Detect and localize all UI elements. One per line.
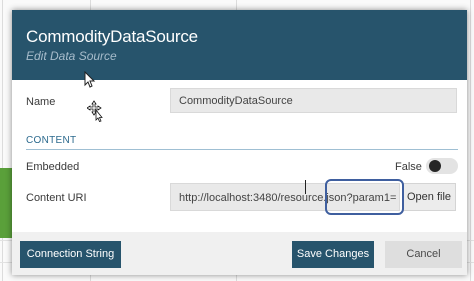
- name-field[interactable]: CommodityDataSource: [170, 88, 457, 113]
- open-file-button[interactable]: Open file: [402, 183, 456, 211]
- name-label: Name: [26, 96, 56, 108]
- text-caret: [305, 180, 306, 194]
- dialog-title: CommodityDataSource: [26, 27, 198, 46]
- embedded-state-text: False: [395, 161, 422, 173]
- connection-string-button[interactable]: Connection String: [20, 241, 121, 268]
- annotation-highlight-box: [325, 179, 404, 215]
- background-green-cell: [0, 168, 12, 238]
- dialog-subtitle: Edit Data Source: [26, 49, 117, 63]
- grid-line: [470, 0, 471, 281]
- edit-data-source-dialog: CommodityDataSource Edit Data Source Nam…: [12, 10, 467, 275]
- dialog-header: CommodityDataSource Edit Data Source: [12, 10, 467, 80]
- dialog-footer: Connection String Save Changes Cancel: [12, 232, 467, 275]
- toggle-knob: [429, 160, 441, 172]
- section-divider: [26, 149, 458, 150]
- embedded-label: Embedded: [26, 161, 80, 173]
- mouse-pointer-icon: [84, 71, 96, 88]
- embedded-toggle[interactable]: [426, 158, 458, 174]
- save-changes-button[interactable]: Save Changes: [292, 241, 374, 268]
- grid-line: [2, 0, 3, 281]
- content-section-title: CONTENT: [26, 135, 77, 146]
- cancel-button[interactable]: Cancel: [385, 241, 462, 268]
- content-uri-label: Content URI: [26, 192, 87, 204]
- move-cursor-icon: [87, 100, 103, 122]
